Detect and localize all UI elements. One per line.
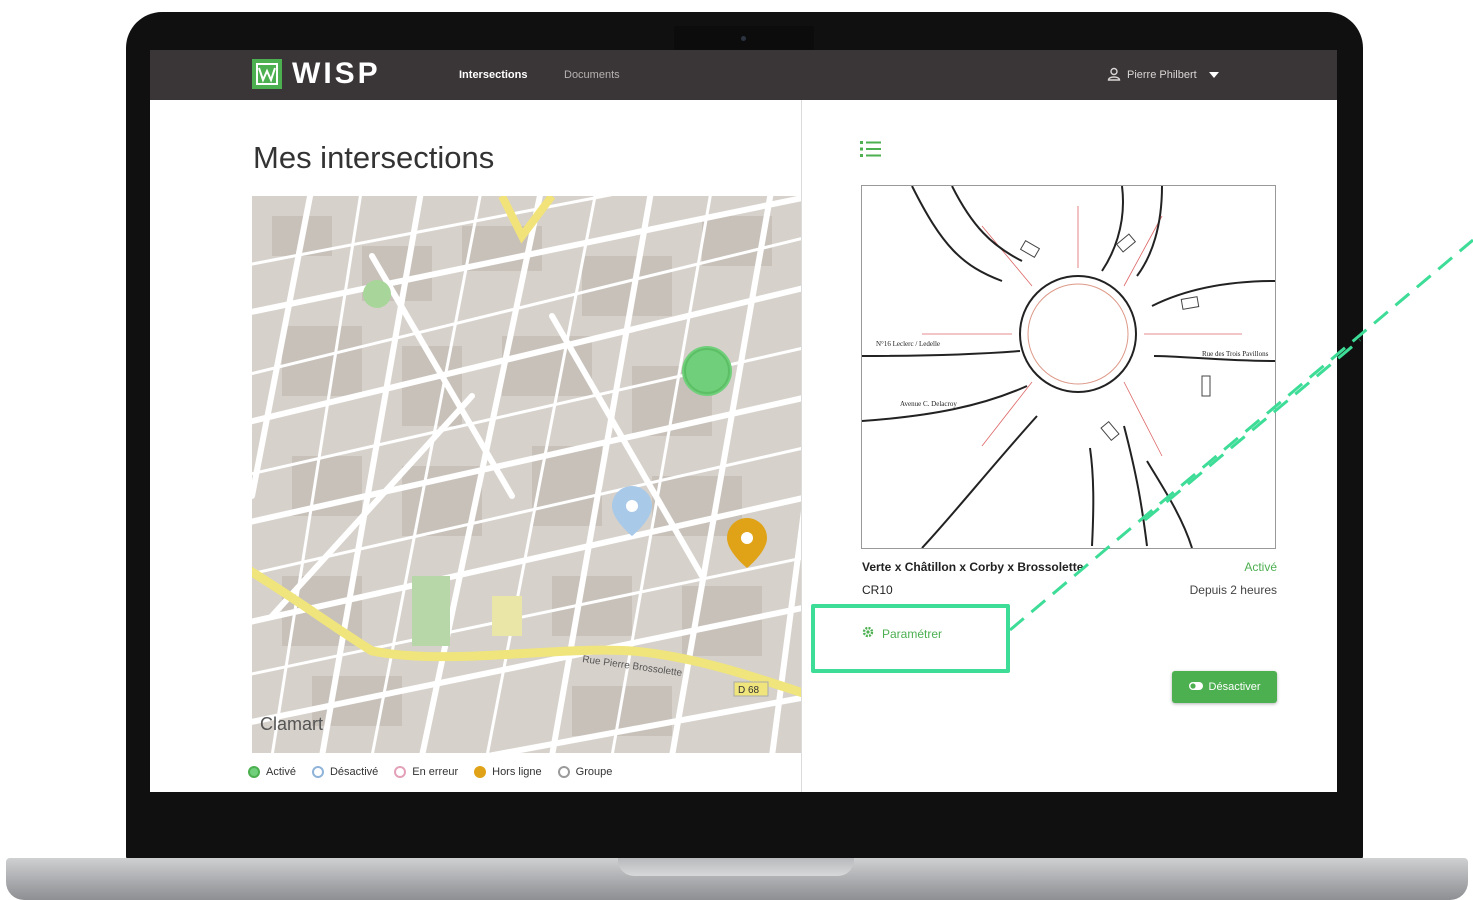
map-panel: Mes intersections Rue Pierre Brossolette…	[150, 100, 802, 792]
status-badge: Activé	[1244, 560, 1277, 574]
legend-dot-icon	[394, 766, 407, 778]
legend-item-group: Groupe	[557, 766, 613, 778]
legend-dot-icon	[248, 766, 260, 778]
legend-item-active: Activé	[248, 766, 296, 778]
laptop-base-groove	[618, 858, 854, 876]
intersection-detail-panel: N°16 Leclerc / Ledelle Avenue C. Delacro…	[802, 100, 1337, 792]
intersection-plan-image: N°16 Leclerc / Ledelle Avenue C. Delacro…	[861, 185, 1276, 549]
legend-item-offline: Hors ligne	[474, 766, 542, 778]
legend-item-deactivated: Désactivé	[311, 766, 379, 778]
deactivate-label: Désactiver	[1208, 681, 1261, 693]
nav-documents[interactable]: Documents	[564, 68, 620, 82]
top-navbar: WISP Intersections Documents Pierre Phil…	[150, 50, 1337, 100]
camera-icon	[741, 36, 746, 41]
app-screen: WISP Intersections Documents Pierre Phil…	[150, 50, 1337, 792]
app-logo-text[interactable]: WISP	[292, 57, 381, 91]
legend-dot-icon	[311, 766, 324, 778]
plan-label-right: Rue des Trois Pavillons	[1202, 350, 1269, 358]
intersections-map[interactable]: Rue Pierre Brossolette D 68 Clamart	[252, 196, 802, 753]
user-menu[interactable]: Pierre Philbert	[1107, 65, 1219, 85]
map-legend: Activé Désactivé En erreur Hors ligne Gr…	[248, 764, 628, 780]
intersection-code: CR10	[862, 583, 893, 597]
page-title: Mes intersections	[253, 140, 495, 175]
status-since: Depuis 2 heures	[1189, 583, 1277, 597]
configure-highlight-box	[811, 604, 1010, 673]
plan-label-left: N°16 Leclerc / Ledelle	[876, 340, 940, 348]
wisp-logo-icon[interactable]	[252, 59, 282, 89]
legend-label: Désactivé	[329, 766, 379, 778]
user-icon	[1107, 67, 1121, 84]
legend-label: Activé	[266, 766, 296, 778]
map-place-label: Clamart	[260, 714, 323, 734]
legend-label: Hors ligne	[492, 766, 542, 778]
list-view-icon[interactable]	[860, 140, 882, 163]
map-road-badge: D 68	[738, 685, 760, 696]
toggle-icon	[1188, 681, 1203, 693]
legend-label: En erreur	[412, 766, 459, 778]
legend-dot-icon	[474, 766, 487, 778]
map-marker-active[interactable]	[682, 346, 732, 396]
nav-intersections[interactable]: Intersections	[459, 68, 527, 82]
plan-label-left2: Avenue C. Delacroy	[900, 400, 957, 408]
legend-item-error: En erreur	[394, 766, 458, 778]
intersection-name: Verte x Châtillon x Corby x Brossolette	[862, 560, 1084, 574]
user-name: Pierre Philbert	[1127, 69, 1197, 81]
legend-dot-icon	[557, 766, 570, 778]
deactivate-button[interactable]: Désactiver	[1172, 671, 1277, 703]
legend-label: Groupe	[575, 766, 613, 778]
caret-down-icon	[1208, 69, 1219, 81]
